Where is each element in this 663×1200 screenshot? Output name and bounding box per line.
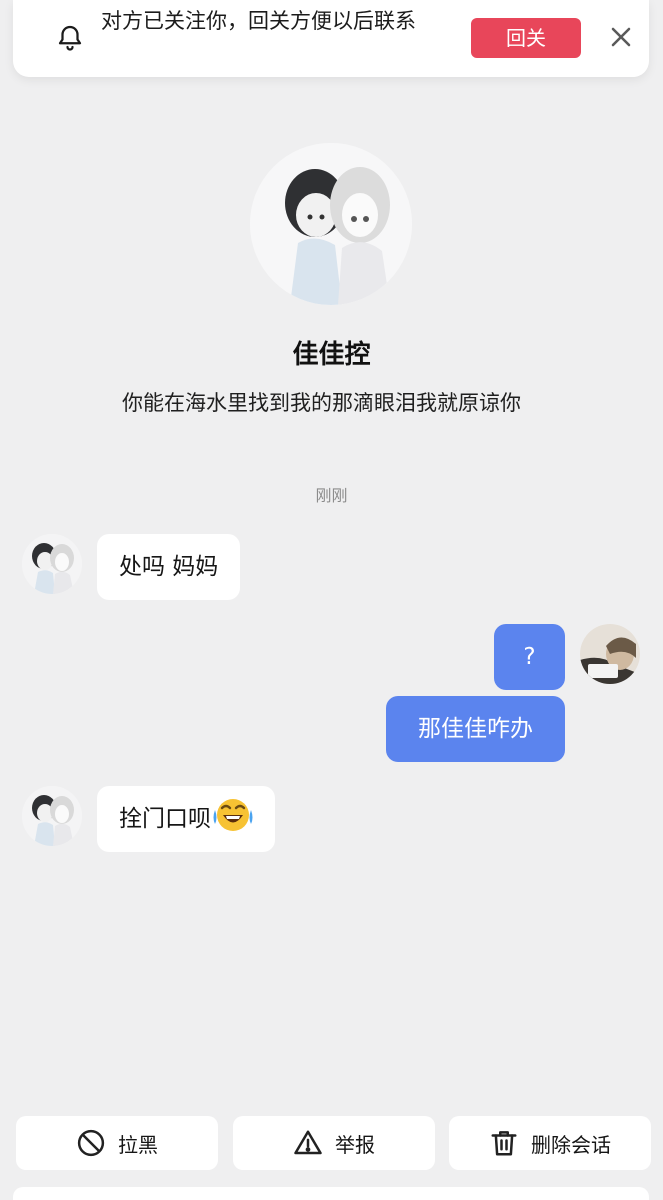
delete-conversation-button[interactable]: 删除会话 xyxy=(449,1116,651,1170)
message-timestamp: 刚刚 xyxy=(315,486,348,505)
warning-icon xyxy=(294,1130,322,1155)
contact-avatar[interactable] xyxy=(22,534,82,594)
message-bubble-incoming[interactable]: 处吗 妈妈 xyxy=(97,534,241,600)
laughing-crying-emoji-icon xyxy=(213,799,253,831)
block-icon xyxy=(77,1129,105,1157)
message-input-bar[interactable] xyxy=(13,1187,649,1200)
message-text: ? xyxy=(523,644,536,670)
bell-icon xyxy=(58,25,82,51)
profile-bio: 你能在海水里找到我的那滴眼泪我就原谅你 xyxy=(122,391,521,415)
block-button[interactable]: 拉黑 xyxy=(16,1116,218,1170)
follow-back-button[interactable]: 回关 xyxy=(471,18,581,58)
trash-icon xyxy=(491,1131,517,1156)
message-bubble-outgoing[interactable]: 那佳佳咋办 xyxy=(386,696,565,762)
follow-banner: 对方已关注你，回关方便以后联系 回关 xyxy=(13,0,649,77)
chat-page: 对方已关注你，回关方便以后联系 回关 佳佳控 你能在海水里找到我的那滴眼泪我就原… xyxy=(0,0,663,1200)
contact-avatar[interactable] xyxy=(22,786,82,846)
message-text: 那佳佳咋办 xyxy=(418,716,533,742)
report-label: 举报 xyxy=(335,1132,375,1157)
close-icon[interactable] xyxy=(609,25,633,49)
message-bubble-outgoing[interactable]: ? xyxy=(494,624,565,690)
profile-name: 佳佳控 xyxy=(292,340,371,370)
message-text: 处吗 妈妈 xyxy=(119,554,219,580)
profile-avatar[interactable] xyxy=(250,143,412,305)
block-label: 拉黑 xyxy=(118,1132,158,1157)
message-text: 拴门口呗 xyxy=(119,806,211,832)
delete-conversation-label: 删除会话 xyxy=(531,1132,611,1157)
banner-text: 对方已关注你，回关方便以后联系 xyxy=(101,9,416,33)
self-avatar[interactable] xyxy=(580,624,640,684)
message-bubble-incoming[interactable]: 拴门口呗 xyxy=(97,786,275,852)
report-button[interactable]: 举报 xyxy=(233,1116,435,1170)
